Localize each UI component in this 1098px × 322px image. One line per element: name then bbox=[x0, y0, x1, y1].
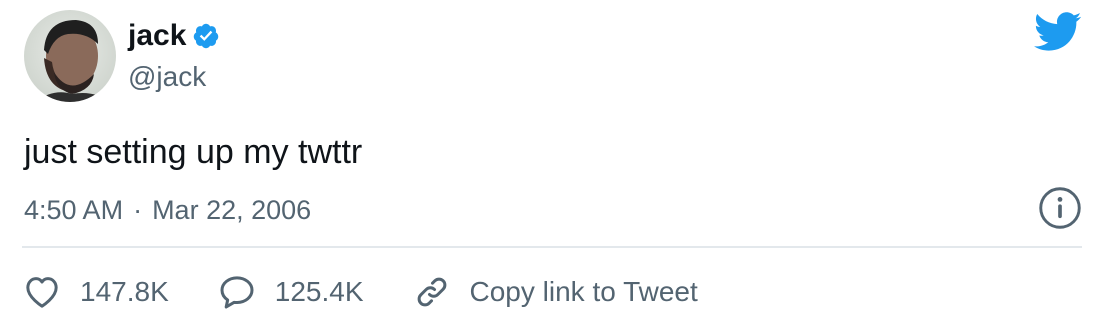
avatar-image bbox=[24, 10, 116, 102]
replies-count: 125.4K bbox=[274, 276, 364, 307]
avatar[interactable] bbox=[24, 10, 116, 102]
author-handle[interactable]: @jack bbox=[128, 60, 206, 94]
tweet-text: just setting up my twttr bbox=[24, 133, 363, 171]
tweet-card: jack @jack just setting up my twttr 4:50… bbox=[0, 0, 1098, 322]
likes-count: 147.8K bbox=[80, 276, 169, 307]
tweet-time[interactable]: 4:50 AM bbox=[24, 195, 123, 225]
link-icon bbox=[412, 272, 452, 312]
meta-separator: · bbox=[133, 195, 143, 225]
reply-bubble-icon bbox=[217, 272, 257, 312]
copy-link-label: Copy link to Tweet bbox=[469, 276, 698, 307]
reply-button[interactable]: 125.4K bbox=[217, 272, 364, 312]
copy-link-button[interactable]: Copy link to Tweet bbox=[412, 272, 698, 312]
twitter-bird-icon[interactable] bbox=[1034, 12, 1082, 52]
action-bar: 147.8K 125.4K Copy link to Tweet bbox=[22, 270, 746, 314]
tweet-date[interactable]: Mar 22, 2006 bbox=[152, 195, 311, 225]
info-icon[interactable] bbox=[1038, 186, 1082, 230]
tweet-timestamp[interactable]: 4:50 AM · Mar 22, 2006 bbox=[24, 192, 311, 228]
author-display-name[interactable]: jack bbox=[128, 18, 186, 54]
divider bbox=[22, 246, 1082, 248]
like-button[interactable]: 147.8K bbox=[22, 272, 169, 312]
verified-badge-icon bbox=[192, 22, 220, 50]
heart-icon bbox=[22, 272, 62, 312]
author-name-row[interactable]: jack bbox=[128, 18, 220, 54]
